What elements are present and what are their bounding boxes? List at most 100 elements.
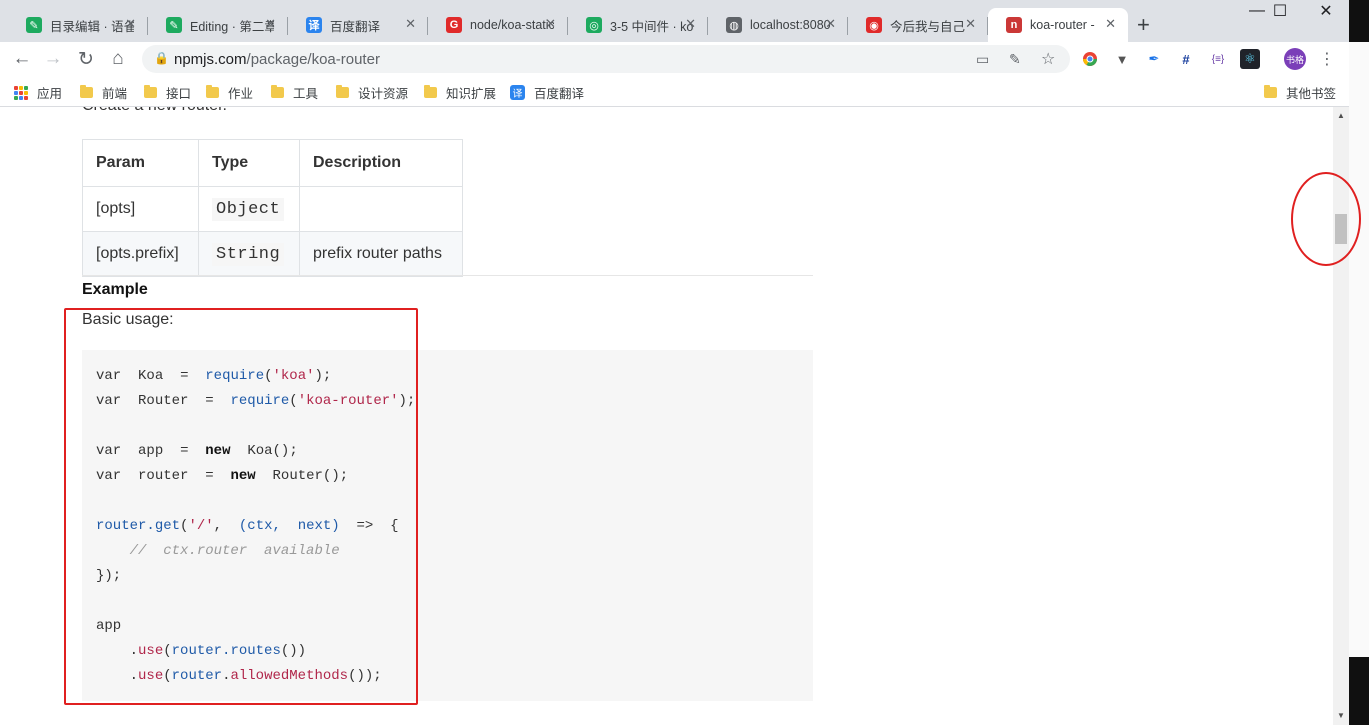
folder-icon — [80, 85, 93, 98]
tab-title: 今后我与自己 — [890, 19, 966, 34]
folder-icon — [424, 85, 437, 98]
browser-tab[interactable]: ✎ Editing · 第二章 ✕ — [148, 8, 288, 42]
bookmark-label: 应用 — [37, 87, 63, 101]
browser-toolbar: ← → ↻ ⌂ 🔒 npmjs.com/package/koa-router ▭… — [0, 42, 1369, 76]
tab-favicon-icon: ◎ — [586, 17, 602, 33]
tab-close-icon[interactable]: ✕ — [1105, 16, 1116, 32]
bookmark-item[interactable]: 知识扩展 — [424, 83, 496, 102]
browser-tab[interactable]: Gnode/koa-static ✕ — [428, 8, 568, 42]
back-button[interactable]: ← — [9, 46, 35, 72]
bookmark-label: 设计资源 — [358, 87, 409, 101]
browser-tab[interactable]: n koa-router - ✕ — [988, 8, 1128, 42]
vue-ext-icon[interactable]: ▼ — [1112, 49, 1132, 69]
tab-close-icon[interactable]: ✕ — [825, 16, 836, 32]
cell-description — [299, 186, 463, 232]
tab-close-icon[interactable]: ✕ — [685, 16, 696, 32]
tab-favicon-icon: ◍ — [726, 17, 742, 33]
react-ext-icon[interactable]: ⚛ — [1240, 49, 1260, 69]
browser-tab[interactable]: ◎ 3-5 中间件 · koa ✕ — [568, 8, 708, 42]
forward-button[interactable]: → — [40, 46, 66, 72]
folder-icon — [144, 85, 157, 98]
bookmark-item[interactable]: 设计资源 — [336, 83, 408, 102]
cell-type: String — [198, 231, 300, 277]
bookmark-item[interactable]: 译百度翻译 — [510, 83, 584, 102]
table-row: [opts] Object — [82, 186, 463, 232]
maximize-button[interactable]: ☐ — [1257, 1, 1303, 21]
reload-button[interactable]: ↻ — [73, 46, 99, 72]
tab-title: 百度翻译 — [330, 19, 381, 34]
url-text: npmjs.com/package/koa-router — [174, 51, 380, 68]
bookmark-item[interactable]: 工具 — [271, 83, 318, 102]
intro-text: Create a new router. — [82, 107, 227, 115]
bookmark-item[interactable]: 其他书签 — [1264, 83, 1336, 102]
fanyi-icon: 译 — [510, 85, 525, 100]
tab-close-icon[interactable]: ✕ — [965, 16, 976, 32]
bookmark-label: 作业 — [228, 87, 254, 101]
cast-icon[interactable]: ▭ — [976, 51, 989, 68]
tab-title: Editing · 第二章 — [190, 19, 274, 34]
browser-tab[interactable]: ◍ localhost:8080 ✕ — [708, 8, 848, 42]
bookmark-label: 前端 — [102, 87, 128, 101]
lock-icon: 🔒 — [154, 51, 169, 65]
bookmark-item[interactable]: 接口 — [144, 83, 191, 102]
tab-close-icon[interactable]: ✕ — [545, 16, 556, 32]
chrome-ext-icon[interactable] — [1080, 49, 1100, 69]
tab-strip: ✎ 目录编辑 · 语雀 ✕ ✎ Editing · 第二章 ✕ 译百度翻译 ✕ Gnode/ko… — [0, 0, 1369, 42]
bookmark-item[interactable]: 作业 — [206, 83, 253, 102]
cell-param: [opts.prefix] — [82, 231, 199, 277]
tab-close-icon[interactable]: ✕ — [265, 16, 276, 32]
tab-favicon-icon: ✎ — [26, 17, 42, 33]
profile-avatar[interactable]: 书格 — [1284, 48, 1306, 70]
divider — [82, 275, 813, 276]
bookmark-label: 工具 — [293, 87, 319, 101]
json-ext-icon[interactable]: {≡} — [1208, 49, 1228, 69]
cell-param: [opts] — [82, 186, 199, 232]
eyedropper-ext-icon[interactable]: ✒ — [1144, 49, 1164, 69]
scroll-down-arrow-icon[interactable]: ▼ — [1337, 711, 1345, 720]
header-description: Description — [299, 139, 463, 187]
example-heading: Example — [82, 281, 148, 298]
new-tab-button[interactable]: + — [1137, 12, 1150, 38]
annotation-rectangle — [64, 308, 418, 705]
bookmarks-bar: 应用 前端 接口 作业 工具 设计资源 知识扩展译百度翻译 其他书签 — [0, 76, 1369, 107]
params-table: Param Type Description [opts] Object [op… — [82, 139, 463, 277]
browser-tab[interactable]: 译百度翻译 ✕ — [288, 8, 428, 42]
tab-favicon-icon: ◉ — [866, 17, 882, 33]
close-window-button[interactable]: ✕ — [1303, 1, 1349, 21]
folder-icon — [1264, 85, 1277, 98]
tab-close-icon[interactable]: ✕ — [125, 16, 136, 32]
browser-tab[interactable]: ✎ 目录编辑 · 语雀 ✕ — [8, 8, 148, 42]
browser-tab[interactable]: ◉ 今后我与自己 ✕ — [848, 8, 988, 42]
bookmark-item[interactable]: 前端 — [80, 83, 127, 102]
tab-close-icon[interactable]: ✕ — [405, 16, 416, 32]
tab-favicon-icon: ✎ — [166, 17, 182, 33]
star-icon[interactable]: ☆ — [1041, 49, 1055, 69]
bookmark-item[interactable]: 应用 — [14, 83, 62, 102]
tab-favicon-icon: G — [446, 17, 462, 33]
header-type: Type — [198, 139, 300, 187]
tab-favicon-icon: n — [1006, 17, 1022, 33]
tab-title: localhost:8080 — [750, 18, 831, 32]
table-header-row: Param Type Description — [82, 139, 463, 187]
background-window-edge — [1349, 0, 1369, 725]
tab-favicon-icon: 译 — [306, 17, 322, 33]
tab-title: 目录编辑 · 语雀 — [50, 19, 134, 34]
folder-icon — [206, 85, 219, 98]
header-param: Param — [82, 139, 199, 187]
bookmark-label: 百度翻译 — [534, 87, 585, 101]
table-row: [opts.prefix] String prefix router paths — [82, 231, 463, 277]
cell-description: prefix router paths — [299, 231, 463, 277]
translate-icon[interactable]: ✎ — [1009, 51, 1021, 68]
grid-ext-icon[interactable]: # — [1176, 49, 1196, 69]
cell-type: Object — [198, 186, 300, 232]
folder-icon — [336, 85, 349, 98]
address-bar[interactable]: 🔒 npmjs.com/package/koa-router ▭ ✎ ☆ — [142, 45, 1070, 73]
menu-icon[interactable]: ⋮ — [1317, 49, 1337, 69]
bookmark-label: 其他书签 — [1286, 87, 1337, 101]
folder-icon — [271, 85, 284, 98]
home-button[interactable]: ⌂ — [105, 46, 131, 72]
apps-icon — [14, 85, 28, 100]
bookmark-label: 知识扩展 — [446, 87, 497, 101]
annotation-ellipse — [1291, 172, 1361, 266]
scroll-up-arrow-icon[interactable]: ▲ — [1337, 111, 1345, 120]
